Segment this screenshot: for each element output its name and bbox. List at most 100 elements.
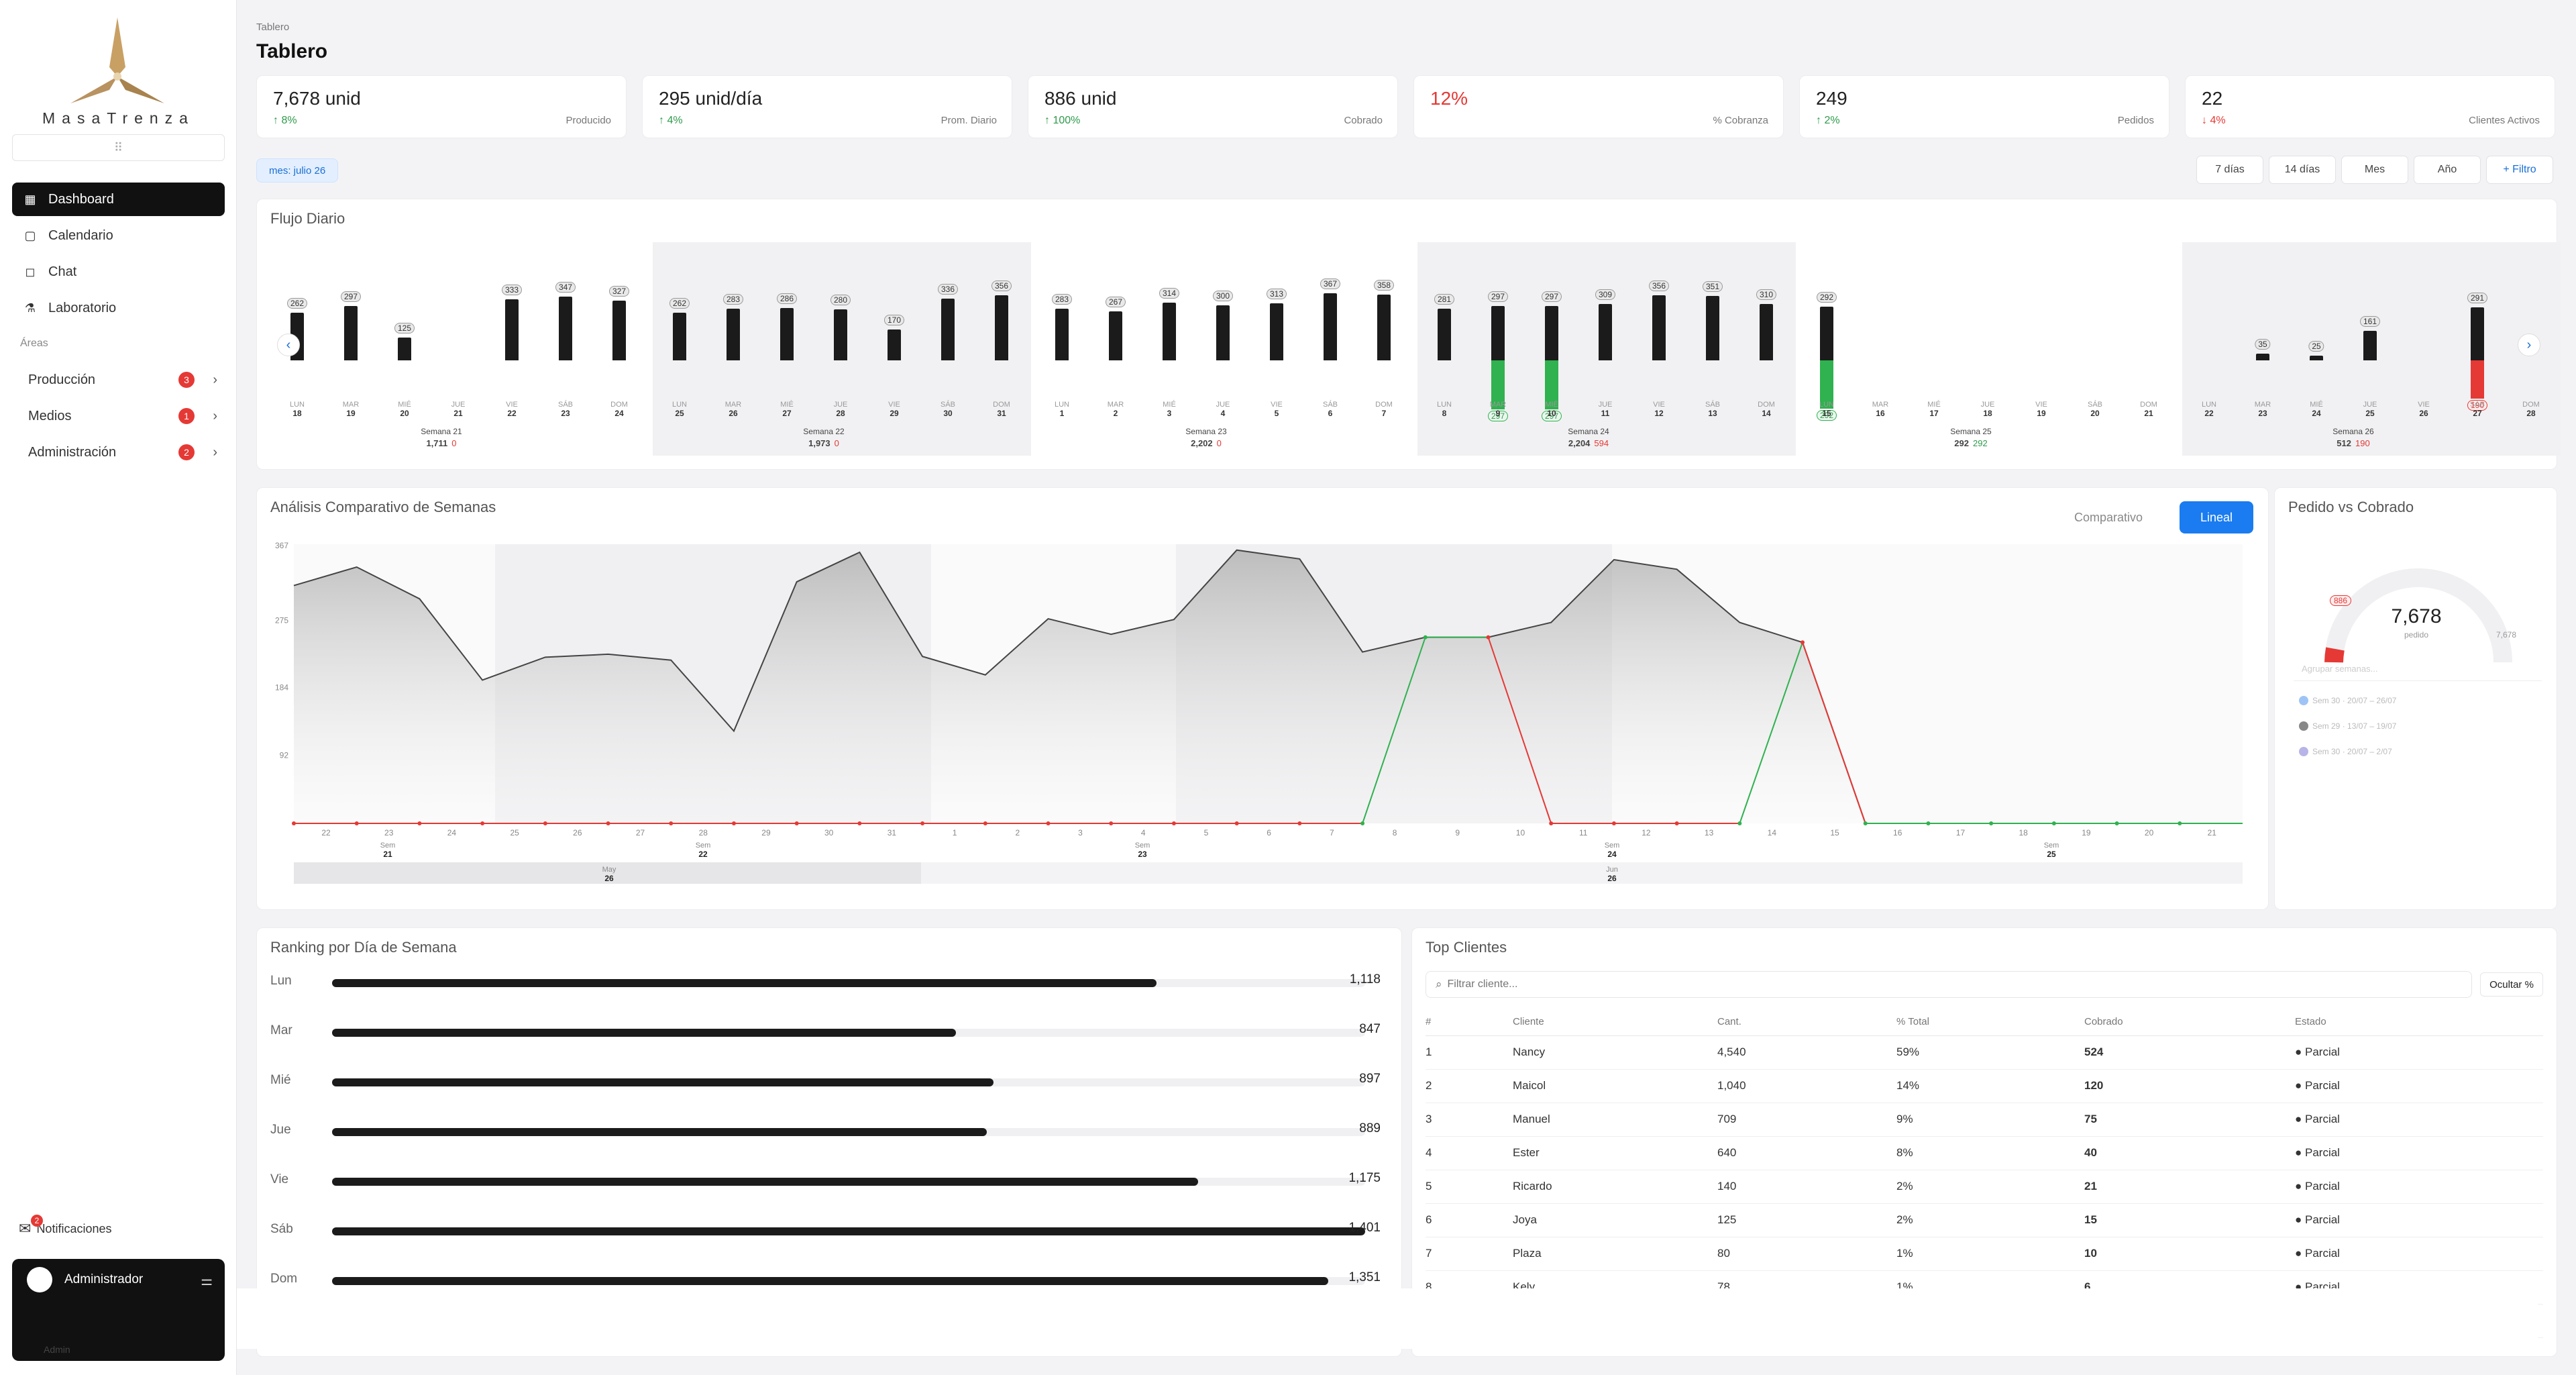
x-tick-label: 10: [1516, 828, 1525, 837]
area-badge: 3: [178, 372, 195, 388]
day-label: MAR 9: [1490, 401, 1506, 419]
week-extra-value: 190: [2355, 438, 2370, 448]
notifications-link[interactable]: ✉ 2 Notificaciones: [19, 1215, 112, 1237]
ranking-value: 889: [1359, 1121, 1381, 1135]
daily-bar: [2310, 356, 2323, 360]
table-row[interactable]: 2 Maicol 1,040 14% 120 ● Parcial: [1426, 1069, 2543, 1103]
flujo-card: Flujo Diario 262 LUN 18 297 MAR 19 125 MIÉ 20 JUE…: [256, 199, 2561, 558]
day-label: JUE 11: [1599, 401, 1613, 419]
day-number: 10: [1547, 409, 1556, 418]
x-tick-label: 2: [1015, 828, 1020, 837]
daily-bar: [2256, 354, 2269, 360]
week-extra-value: 0: [451, 438, 457, 448]
range-button[interactable]: + Filtro: [2486, 156, 2553, 184]
day-label: MIÉ 20: [398, 401, 411, 419]
table-cell: 75: [2084, 1103, 2295, 1137]
nav-item-dashboard[interactable]: ▦ Dashboard: [12, 183, 225, 216]
table-row[interactable]: 5 Ricardo 140 2% 21 ● Parcial: [1426, 1170, 2543, 1204]
nav-item-chat[interactable]: ◻ Chat: [12, 255, 225, 289]
y-tick-label: 92: [280, 751, 289, 760]
table-row[interactable]: 6 Joya 125 2% 15 ● Parcial: [1426, 1203, 2543, 1237]
day-label: MAR 26: [725, 401, 741, 419]
week-axis-label: Sem: [2044, 842, 2059, 850]
day-label: MIÉ 17: [1927, 401, 1941, 419]
bar-value-label: 313: [1266, 288, 1287, 299]
gauge-cobrado-label: 886: [2330, 595, 2352, 606]
day-number: 25: [2365, 409, 2375, 418]
bar-value-label: 283: [722, 293, 744, 305]
group-legend-item[interactable]: Sem 30 · 20/07 – 2/07: [2299, 747, 2392, 756]
stat-change: ↑ 4%: [659, 115, 683, 126]
hide-percent-button[interactable]: Ocultar %: [2480, 972, 2543, 997]
week-total-value: 1,973: [808, 438, 830, 448]
table-cell: ● Parcial: [2295, 1035, 2543, 1070]
day-number: 23: [561, 409, 570, 418]
table-row[interactable]: 7 Plaza 80 1% 10 ● Parcial: [1426, 1237, 2543, 1271]
chat-icon: ◻: [25, 264, 36, 278]
x-tick-label: 13: [1705, 828, 1714, 837]
x-tick-label: 30: [824, 828, 834, 837]
table-cell: 2%: [1896, 1203, 2084, 1237]
client-search-input[interactable]: [1447, 978, 2387, 990]
y-tick-label: 367: [275, 541, 288, 550]
bar-value-label: 25: [2308, 341, 2324, 352]
apps-grid-button[interactable]: ⠿: [12, 134, 225, 161]
user-role: Admin: [44, 1344, 70, 1355]
week-extra-value: 0: [834, 438, 839, 448]
legend-label: Sem 30 · 20/07 – 2/07: [2312, 747, 2392, 756]
table-row[interactable]: 3 Manuel 709 9% 75 ● Parcial: [1426, 1103, 2543, 1137]
group-legend-item[interactable]: Sem 30 · 20/07 – 26/07: [2299, 696, 2396, 705]
range-button[interactable]: 7 días: [2196, 156, 2263, 184]
ranking-title: Ranking por Día de Semana: [270, 939, 457, 956]
stat-change: ↑ 8%: [273, 115, 297, 126]
ranking-bar: [332, 1128, 987, 1136]
prev-arrow-button[interactable]: ‹: [277, 334, 300, 356]
group-legend-item[interactable]: Sem 29 · 13/07 – 19/07: [2299, 721, 2396, 731]
stat-change: ↓ 4%: [2202, 115, 2226, 126]
day-label: MIÉ 3: [1163, 401, 1176, 419]
stat-change: ↑ 2%: [1816, 115, 1840, 126]
sliders-icon[interactable]: ⚌: [201, 1272, 213, 1289]
table-cell: 1: [1426, 1035, 1513, 1070]
comparativo-chart: 3672751849222 23 24 25 26 27 28 29 30 31 1 2 3 4 5 6 7 8 9…: [275, 541, 2243, 884]
day-number: 28: [2526, 409, 2536, 418]
stat-card: 22 ↓ 4% Clientes Activos: [2185, 75, 2555, 138]
group-weeks-select[interactable]: Agrupar semanas...: [2294, 657, 2542, 681]
nav-item-laboratorio[interactable]: ⚗ Laboratorio: [12, 291, 225, 325]
week-name: Semana 22: [803, 427, 845, 436]
day-label: VIE 29: [888, 401, 900, 419]
week-axis-number: 21: [383, 850, 392, 859]
table-cell: ● Parcial: [2295, 1103, 2543, 1137]
range-button[interactable]: Año: [2414, 156, 2481, 184]
area-badge: 1: [178, 408, 195, 424]
ranking-row: Mar 847: [270, 1021, 1381, 1041]
day-label: DOM 24: [610, 401, 628, 419]
range-button[interactable]: Mes: [2341, 156, 2408, 184]
area-item[interactable]: Producción 3 ›: [28, 365, 223, 395]
x-tick-label: 29: [761, 828, 771, 837]
table-row[interactable]: 4 Ester 640 8% 40 ● Parcial: [1426, 1136, 2543, 1170]
cobrado-point: [1360, 821, 1365, 825]
week-label: Semana 26 512 190: [2332, 426, 2373, 449]
stat-value: 249: [1816, 88, 1847, 109]
table-row[interactable]: 1 Nancy 4,540 59% 524 ● Parcial: [1426, 1035, 2543, 1070]
daily-bar: [1491, 306, 1505, 360]
daily-bar: [780, 308, 794, 360]
nav-item-calendario[interactable]: ▢ Calendario: [12, 219, 225, 252]
area-item[interactable]: Medios 1 ›: [28, 401, 223, 431]
cobrado-point: [1926, 821, 1931, 825]
daily-bar: [1599, 303, 1612, 360]
day-number: 29: [890, 409, 899, 418]
client-search[interactable]: ⌕: [1426, 971, 2472, 998]
daily-bar: [505, 299, 519, 360]
filter-chip[interactable]: mes: julio 26: [256, 158, 339, 183]
x-tick-label: 19: [2082, 828, 2091, 837]
x-tick-label: 23: [384, 828, 394, 837]
day-number: 4: [1220, 409, 1226, 418]
day-number: 6: [1328, 409, 1333, 418]
next-arrow-button[interactable]: ›: [2518, 334, 2540, 356]
bar-value-label: 297: [1487, 291, 1509, 303]
range-button[interactable]: 14 días: [2269, 156, 2336, 184]
day-label: JUE 18: [1981, 401, 1995, 419]
area-item[interactable]: Administración 2 ›: [28, 438, 223, 467]
